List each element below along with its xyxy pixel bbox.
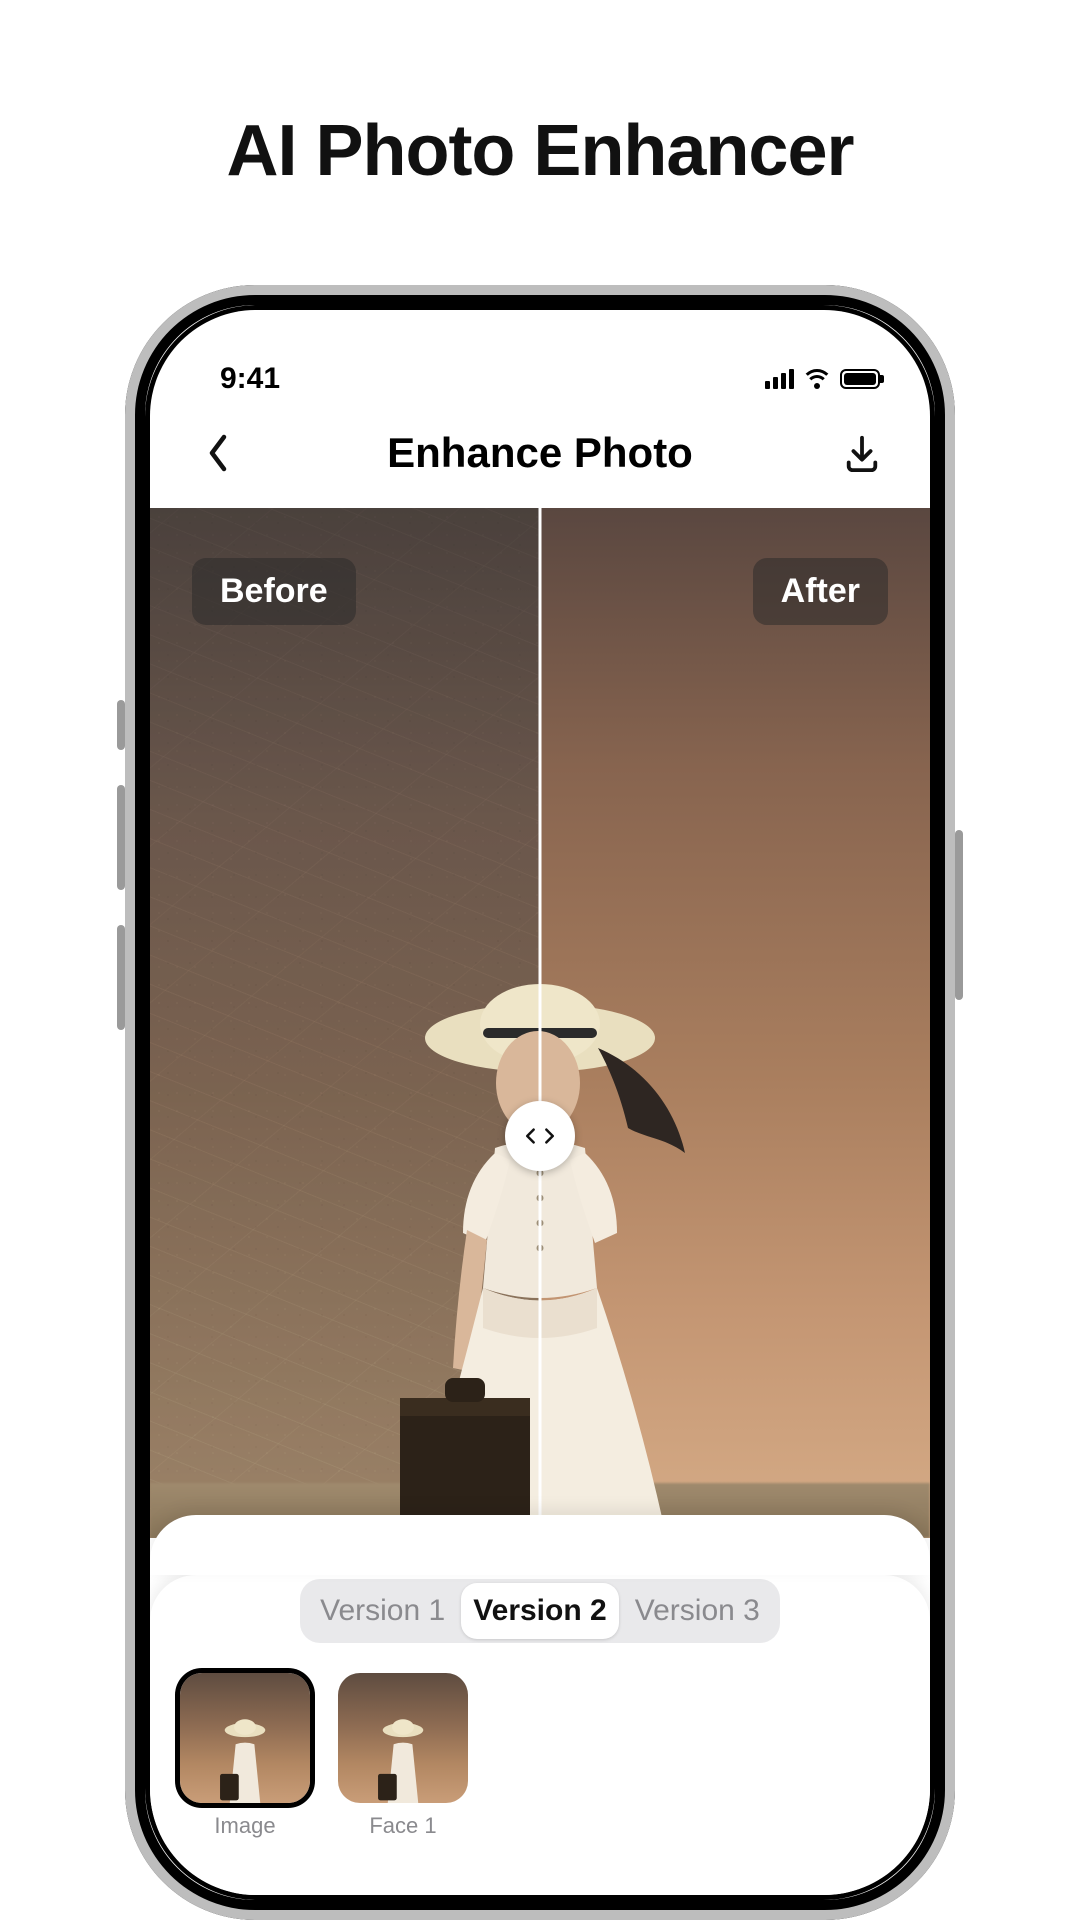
- bottom-sheet: Version 1 Version 2 Version 3 Image: [150, 1575, 930, 1895]
- device-side-button: [955, 830, 963, 1000]
- thumbnail-label: Face 1: [338, 1813, 468, 1839]
- device-side-button: [117, 700, 125, 750]
- status-bar: 9:41: [150, 310, 930, 398]
- app-header: Enhance Photo: [150, 398, 930, 508]
- wifi-icon: [804, 369, 830, 389]
- device-frame: 9:41 Enhance Photo: [125, 285, 955, 1920]
- thumbnail-row: Image Face 1: [150, 1643, 930, 1839]
- screen-title: Enhance Photo: [242, 429, 838, 477]
- version-tab-1[interactable]: Version 1: [304, 1583, 461, 1639]
- device-side-button: [117, 925, 125, 1030]
- page-title: AI Photo Enhancer: [0, 0, 1080, 192]
- after-badge: After: [753, 558, 888, 625]
- compare-divider: [539, 508, 542, 1538]
- drag-horizontal-icon: [523, 1124, 557, 1148]
- chevron-left-icon: [204, 433, 232, 473]
- battery-icon: [840, 369, 880, 389]
- thumbnail-image[interactable]: Image: [180, 1673, 310, 1839]
- cellular-icon: [765, 369, 794, 389]
- version-tab-2[interactable]: Version 2: [461, 1583, 618, 1639]
- before-after-compare[interactable]: Before After: [150, 508, 930, 1538]
- screen: 9:41 Enhance Photo: [150, 310, 930, 1895]
- before-badge: Before: [192, 558, 356, 625]
- thumbnail-face-1[interactable]: Face 1: [338, 1673, 468, 1839]
- download-button[interactable]: [838, 429, 886, 477]
- download-icon: [843, 434, 881, 472]
- thumbnail-label: Image: [180, 1813, 310, 1839]
- device-side-button: [117, 785, 125, 890]
- compare-slider-handle[interactable]: [505, 1101, 575, 1171]
- back-button[interactable]: [194, 429, 242, 477]
- version-tab-3[interactable]: Version 3: [619, 1583, 776, 1639]
- version-segmented-control: Version 1 Version 2 Version 3: [300, 1579, 780, 1643]
- status-time: 9:41: [220, 362, 280, 396]
